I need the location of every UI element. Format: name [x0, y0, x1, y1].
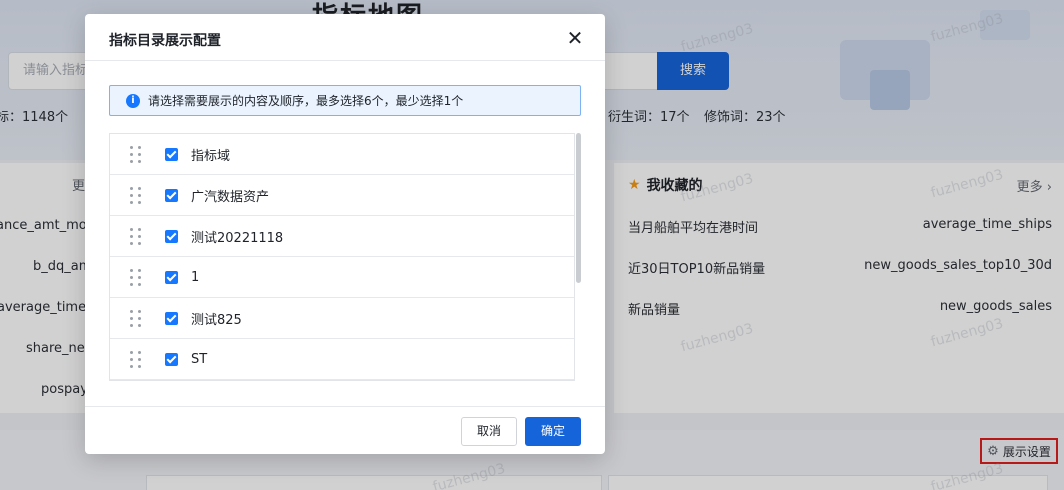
list-item[interactable]: 1 [110, 257, 574, 298]
item-checkbox[interactable] [165, 270, 178, 284]
dialog-title: 指标目录展示配置 [109, 33, 221, 49]
config-dialog: 指标目录展示配置 ✕ i 请选择需要展示的内容及顺序，最多选择6个，最少选择1个… [85, 14, 605, 454]
list-scrollbar[interactable] [576, 133, 581, 283]
cancel-button[interactable]: 取消 [461, 417, 517, 446]
divider [85, 406, 605, 407]
divider [85, 60, 605, 61]
drag-handle-icon[interactable] [130, 187, 142, 204]
info-text: 请选择需要展示的内容及顺序，最多选择6个，最少选择1个 [148, 94, 464, 108]
sortable-list: 指标域 广汽数据资产 测试20221118 1 测试825 ST [109, 133, 575, 381]
info-icon: i [126, 93, 140, 108]
info-alert: i 请选择需要展示的内容及顺序，最多选择6个，最少选择1个 [109, 85, 581, 116]
item-checkbox[interactable] [165, 229, 178, 243]
item-label: 指标域 [191, 148, 231, 164]
item-checkbox[interactable] [165, 147, 178, 161]
drag-handle-icon[interactable] [130, 351, 142, 368]
drag-handle-icon[interactable] [130, 310, 142, 327]
list-item[interactable]: 广汽数据资产 [110, 175, 574, 216]
drag-handle-icon[interactable] [130, 269, 142, 286]
drag-handle-icon[interactable] [130, 228, 142, 245]
item-label: ST [191, 351, 208, 367]
item-label: 测试825 [191, 312, 242, 328]
item-checkbox[interactable] [165, 311, 178, 325]
list-item[interactable]: 测试825 [110, 298, 574, 339]
drag-handle-icon[interactable] [130, 146, 142, 163]
item-label: 测试20221118 [191, 230, 284, 246]
confirm-button[interactable]: 确定 [525, 417, 581, 446]
close-icon[interactable]: ✕ [563, 26, 587, 50]
item-label: 广汽数据资产 [191, 189, 270, 205]
list-item[interactable]: 指标域 [110, 134, 574, 175]
list-item[interactable]: 测试20221118 [110, 216, 574, 257]
item-checkbox[interactable] [165, 188, 178, 202]
item-label: 1 [191, 269, 200, 285]
list-item[interactable]: ST [110, 339, 574, 380]
item-checkbox[interactable] [165, 352, 178, 366]
